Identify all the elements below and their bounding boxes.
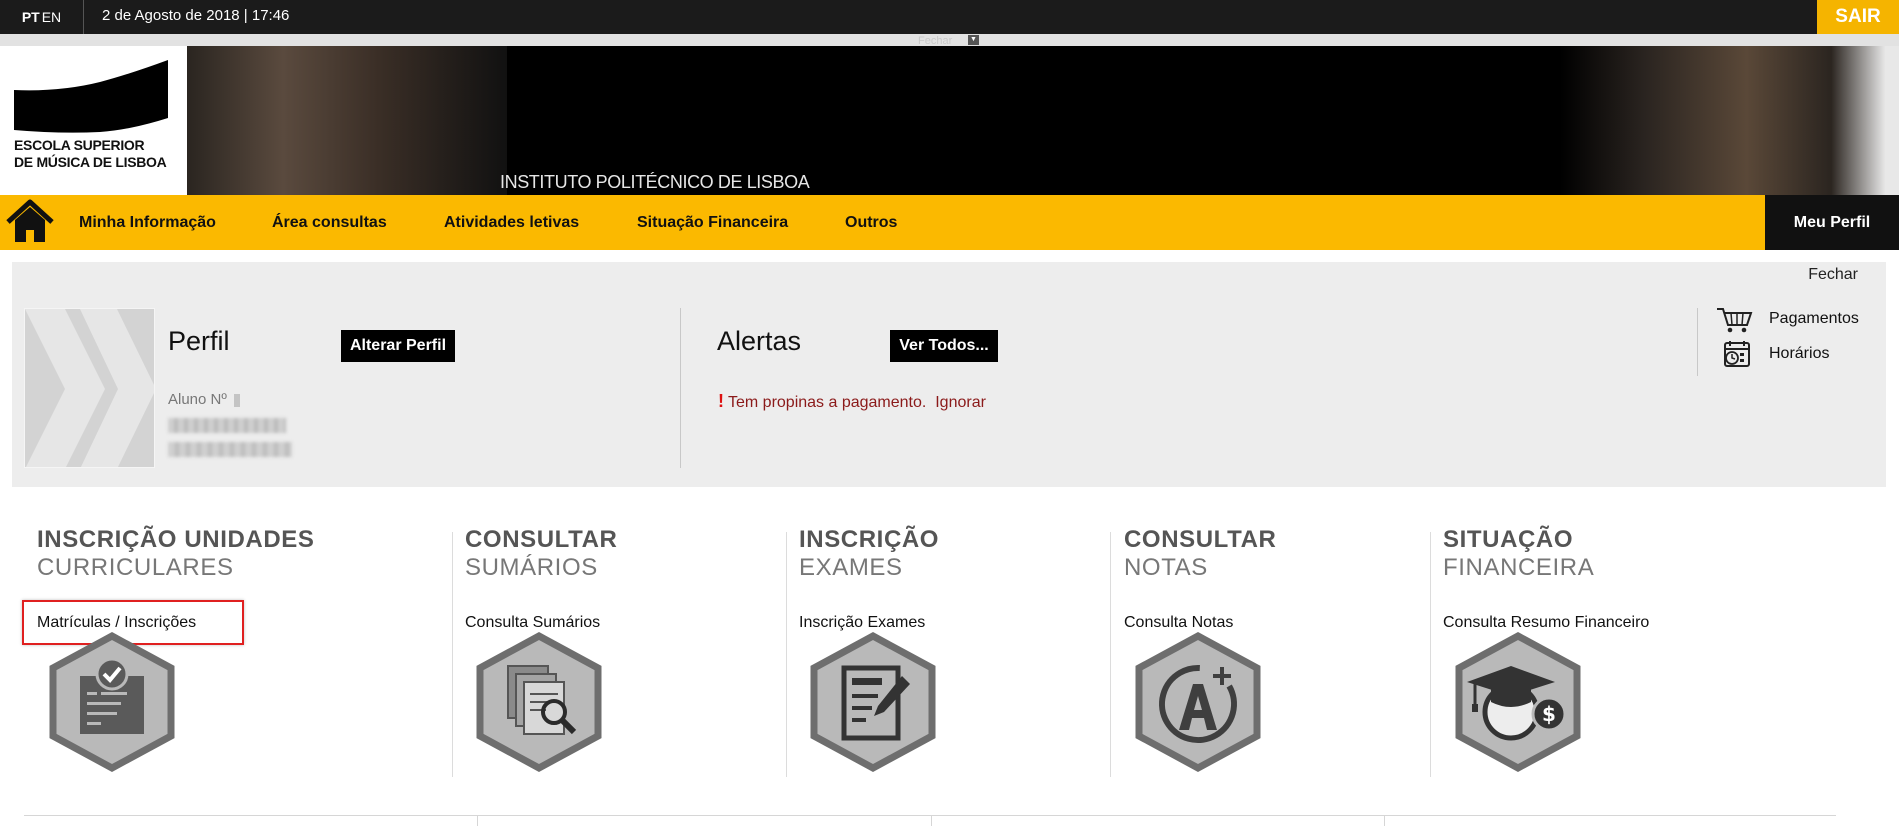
- language-switcher: PT EN: [0, 0, 84, 34]
- redacted-course: [168, 442, 292, 457]
- tile-title-line1: CONSULTAR: [465, 526, 618, 553]
- tile-title-line2: NOTAS: [1124, 554, 1208, 581]
- alert-item: ! Tem propinas a pagamento. Ignorar: [718, 391, 986, 412]
- view-all-alerts-button[interactable]: Ver Todos...: [890, 330, 998, 362]
- profile-title: Perfil: [168, 326, 230, 356]
- close-panel-link[interactable]: Fechar: [1808, 266, 1858, 284]
- tile-divider: [452, 532, 453, 777]
- bottom-tick: [931, 815, 932, 826]
- violinists-photo: [1560, 46, 1899, 195]
- documents-search-icon[interactable]: [474, 632, 604, 772]
- link-inscricao-exames[interactable]: Inscrição Exames: [799, 614, 925, 632]
- nav-situacao-financeira[interactable]: Situação Financeira: [637, 195, 788, 250]
- tile-title-line2: SUMÁRIOS: [465, 554, 598, 581]
- my-profile-button[interactable]: Meu Perfil: [1765, 195, 1899, 250]
- tile-title-line1: INSCRIÇÃO: [799, 526, 940, 553]
- chevron-down-icon[interactable]: ▼: [968, 35, 979, 45]
- logo-line-2: DE MÚSICA DE LISBOA: [14, 154, 167, 170]
- svg-text:$: $: [1542, 702, 1556, 726]
- tile-title-line2: EXAMES: [799, 554, 903, 581]
- institute-name: INSTITUTO POLITÉCNICO DE LISBOA: [500, 172, 810, 192]
- tile-title-line1: CONSULTAR: [1124, 526, 1277, 553]
- link-consulta-sumarios[interactable]: Consulta Sumários: [465, 614, 600, 632]
- choir-photo: [187, 46, 507, 195]
- link-consulta-resumo-financeiro[interactable]: Consulta Resumo Financeiro: [1443, 614, 1649, 632]
- alert-text: Tem propinas a pagamento.: [728, 394, 927, 411]
- form-pen-icon[interactable]: [808, 632, 938, 772]
- calendar-clock-icon: [1724, 341, 1750, 367]
- tile-divider: [1110, 532, 1111, 777]
- bottom-tick: [477, 815, 478, 826]
- graduation-money-icon[interactable]: $: [1453, 632, 1583, 772]
- quick-link-payments[interactable]: Pagamentos: [1715, 305, 1859, 333]
- nav-area-consultas[interactable]: Área consultas: [272, 195, 387, 250]
- bottom-divider: [24, 815, 1836, 816]
- panel-divider: [680, 308, 681, 468]
- nav-atividades-letivas[interactable]: Atividades letivas: [444, 195, 579, 250]
- nav-minha-informacao[interactable]: Minha Informação: [79, 195, 216, 250]
- avatar: [24, 308, 155, 468]
- tile-divider: [1430, 532, 1431, 777]
- exclamation-icon: !: [718, 391, 724, 411]
- student-number-label: Aluno Nº: [168, 391, 241, 408]
- logout-button[interactable]: SAIR: [1817, 0, 1899, 34]
- tile-title-line2: FINANCEIRA: [1443, 554, 1595, 581]
- tile-title-line2: CURRICULARES: [37, 554, 234, 581]
- header-banner: ESCOLA SUPERIOR DE MÚSICA DE LISBOA INST…: [0, 46, 1899, 195]
- bottom-tick: [1384, 815, 1385, 826]
- school-logo[interactable]: ESCOLA SUPERIOR DE MÚSICA DE LISBOA: [0, 46, 187, 195]
- tile-divider: [786, 532, 787, 777]
- clipboard-check-icon[interactable]: [47, 632, 177, 772]
- cart-icon: [1717, 308, 1753, 333]
- current-datetime: 2 de Agosto de 2018 | 17:46: [102, 7, 290, 24]
- redacted-number: [234, 393, 241, 407]
- logo-wave-icon: [14, 60, 168, 133]
- logo-text: ESCOLA SUPERIOR DE MÚSICA DE LISBOA: [14, 137, 167, 171]
- alerts-title: Alertas: [717, 326, 802, 356]
- ignore-alert-link[interactable]: Ignorar: [935, 394, 986, 411]
- link-consulta-notas[interactable]: Consulta Notas: [1124, 614, 1233, 632]
- main-nav: Minha Informação Área consultas Atividad…: [0, 195, 1899, 250]
- tile-title-inscricao-uc: INSCRIÇÃO UNIDADES CURRICULARES: [37, 526, 314, 582]
- student-label-text: Aluno Nº: [168, 391, 227, 408]
- tile-title-line1: SITUAÇÃO: [1443, 526, 1574, 553]
- tile-title-line1: INSCRIÇÃO UNIDADES: [37, 526, 315, 553]
- payments-label: Pagamentos: [1769, 310, 1859, 327]
- tile-title-notas: CONSULTAR NOTAS: [1124, 526, 1277, 582]
- change-profile-button[interactable]: Alterar Perfil: [341, 330, 455, 362]
- redacted-name: [168, 418, 286, 433]
- tile-title-financeira: SITUAÇÃO FINANCEIRA: [1443, 526, 1594, 582]
- home-icon[interactable]: [4, 198, 56, 246]
- avatar-chevron-icon: [25, 309, 154, 467]
- top-bar: PT EN 2 de Agosto de 2018 | 17:46 SAIR: [0, 0, 1899, 34]
- schedules-label: Horários: [1769, 345, 1830, 362]
- quick-links-divider: [1697, 308, 1698, 376]
- lang-pt-link[interactable]: PT: [22, 9, 40, 25]
- profile-panel: Fechar Perfil Alterar Perfil Aluno Nº Al…: [12, 262, 1886, 487]
- tile-title-exames: INSCRIÇÃO EXAMES: [799, 526, 939, 582]
- nav-outros[interactable]: Outros: [845, 195, 897, 250]
- lang-en-link[interactable]: EN: [42, 9, 61, 25]
- quick-link-schedules[interactable]: Horários: [1715, 340, 1829, 368]
- tile-title-sumarios: CONSULTAR SUMÁRIOS: [465, 526, 618, 582]
- logo-line-1: ESCOLA SUPERIOR: [14, 137, 145, 153]
- grade-a-plus-icon[interactable]: [1133, 632, 1263, 772]
